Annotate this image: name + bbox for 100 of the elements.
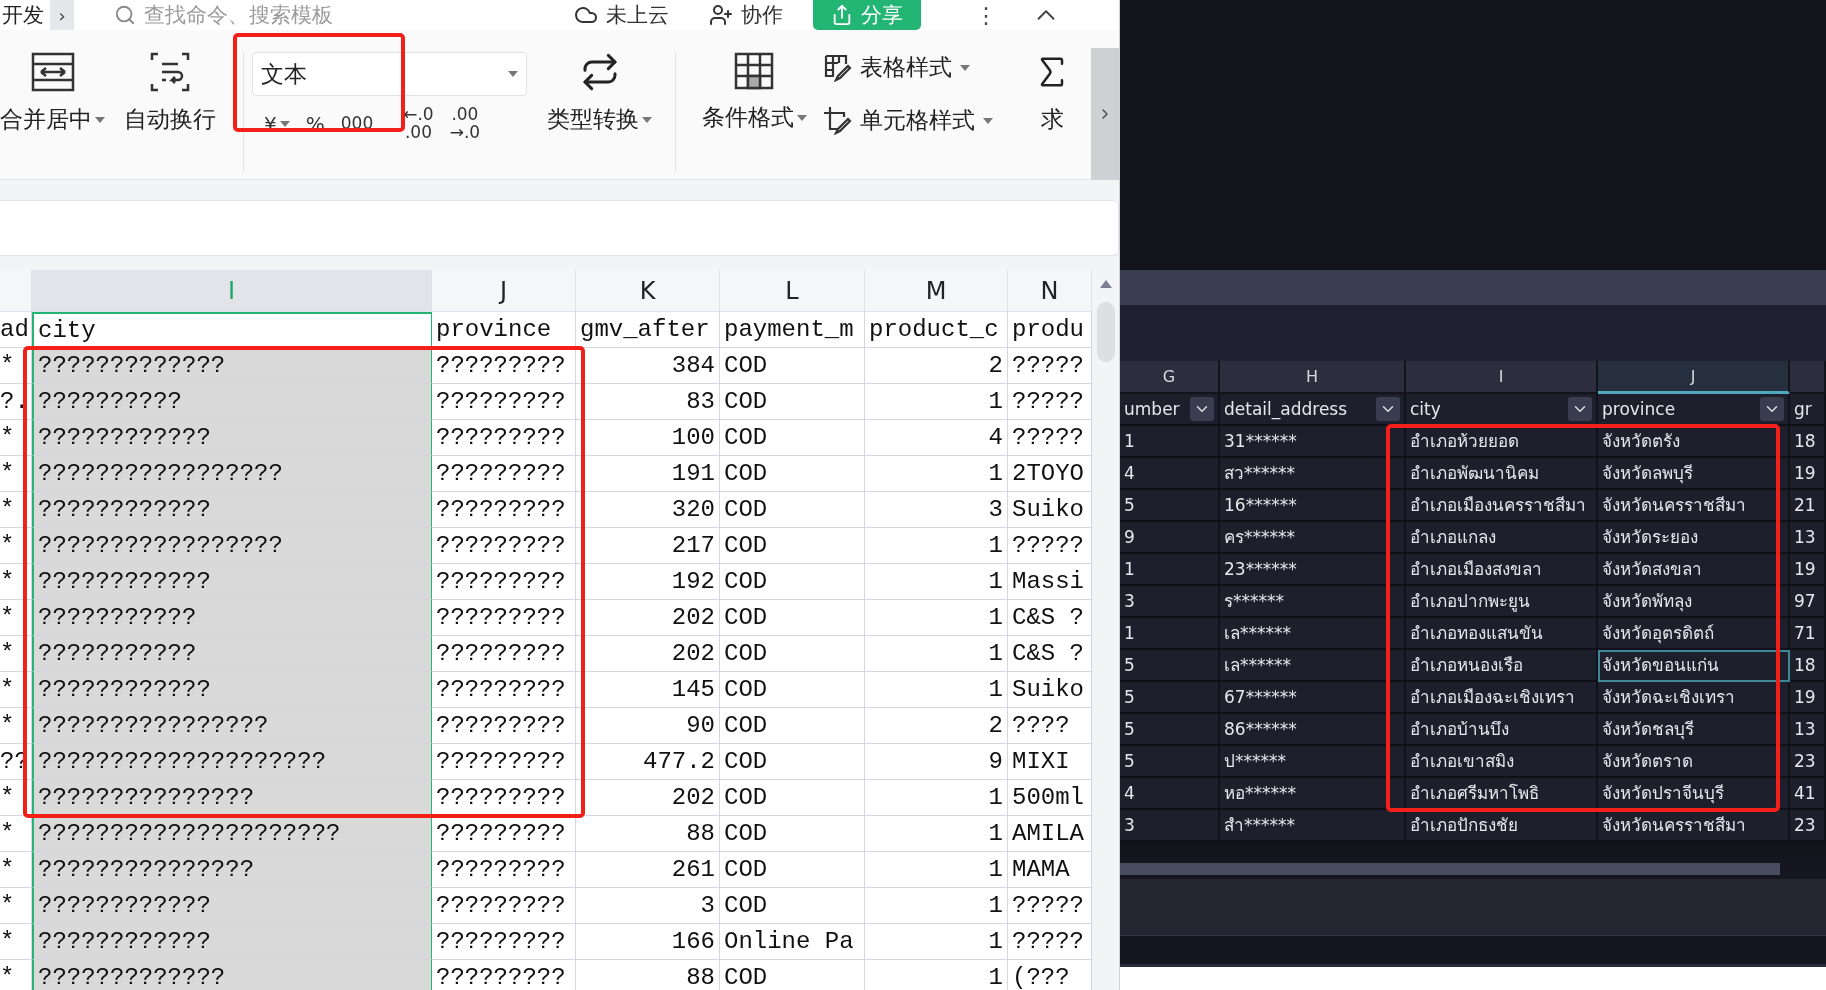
- table-cell: 1: [1120, 618, 1220, 650]
- table-cell: 5: [1120, 714, 1220, 746]
- filter-button[interactable]: [1568, 397, 1592, 421]
- ribbon-scroll-button[interactable]: [1091, 48, 1119, 180]
- filter-button[interactable]: [1190, 397, 1214, 421]
- table-cell: 3: [865, 492, 1008, 528]
- table-cell: ?????????: [432, 564, 576, 600]
- scrollbar-thumb[interactable]: [1120, 863, 1780, 875]
- table-cell: 1: [865, 636, 1008, 672]
- type-convert-button[interactable]: 类型转换: [532, 52, 667, 135]
- table-cell: 384: [576, 348, 720, 384]
- table-cell: ป******: [1220, 746, 1406, 778]
- table-cell: COD: [720, 528, 865, 564]
- table-cell: 13: [1790, 522, 1826, 554]
- decimal-format-button[interactable]: ←.0 .00: [403, 106, 434, 142]
- table-cell: 31******: [1220, 426, 1406, 458]
- table-cell: 19: [1790, 458, 1826, 490]
- column-header[interactable]: I: [1406, 361, 1598, 394]
- filter-button[interactable]: [1376, 397, 1400, 421]
- table-cell: MAMA: [1008, 852, 1092, 888]
- table-cell: อำเภอปากพะยูน: [1406, 586, 1598, 618]
- column-header[interactable]: N: [1008, 270, 1092, 312]
- table-cell: ?????????: [432, 492, 576, 528]
- table-brush-icon: [824, 53, 852, 82]
- table-cell: 1: [1120, 426, 1220, 458]
- table-cell: COD: [720, 384, 865, 420]
- search-field[interactable]: 查找命令、搜索模板: [114, 2, 534, 28]
- table-cell: 23: [1790, 746, 1826, 778]
- table-cell: 5: [1120, 650, 1220, 682]
- wrap-text-button[interactable]: 自动换行: [105, 52, 235, 135]
- table-cell: 1: [865, 528, 1008, 564]
- table-cell: 41: [1790, 778, 1826, 810]
- merge-center-button[interactable]: 合并居中: [0, 52, 105, 135]
- table-cell: 1: [865, 888, 1008, 924]
- table-cell: 19: [1790, 682, 1826, 714]
- decimal-format-button[interactable]: .00 →.0: [449, 106, 481, 142]
- table-cell: ?????????: [432, 888, 576, 924]
- number-format-dropdown[interactable]: 文本: [252, 52, 527, 96]
- table-cell: *: [0, 852, 32, 888]
- table-cell: COD: [720, 888, 865, 924]
- column-header[interactable]: J: [1598, 361, 1790, 394]
- table-cell: 320: [576, 492, 720, 528]
- table-style-button[interactable]: 表格样式: [824, 52, 1034, 83]
- column-header[interactable]: M: [865, 270, 1008, 312]
- caret-icon: [983, 117, 993, 124]
- table-cell: ?????????: [432, 744, 576, 780]
- column-header[interactable]: G: [1120, 361, 1220, 394]
- table-cell: Online Pa: [720, 924, 865, 960]
- cloud-status-button[interactable]: 未上云: [574, 1, 669, 29]
- formula-field[interactable]: [0, 200, 1119, 256]
- table-cell: อำเภอแกลง: [1406, 522, 1598, 554]
- table-cell: 1: [865, 384, 1008, 420]
- table-cell: ?????????: [432, 456, 576, 492]
- table-cell: จังหวัดพัทลุง: [1598, 586, 1790, 618]
- column-header[interactable]: L: [720, 270, 865, 312]
- table-cell: 1: [865, 600, 1008, 636]
- table-cell: COD: [720, 564, 865, 600]
- table-cell: ????????????????????: [32, 744, 432, 780]
- header-label: gr: [1794, 399, 1812, 419]
- table-cell: 1: [865, 672, 1008, 708]
- table-cell: 3: [1120, 810, 1220, 842]
- user-plus-icon: [709, 3, 733, 27]
- more-menu-button[interactable]: ⋮: [971, 2, 1001, 28]
- table-cell: 5: [1120, 490, 1220, 522]
- column-header[interactable]: K: [576, 270, 720, 312]
- cell-style-button[interactable]: 单元格样式: [824, 105, 1034, 136]
- table-cell: ?????????????????: [32, 528, 432, 564]
- filter-button[interactable]: [1760, 397, 1784, 421]
- column-header[interactable]: [1790, 361, 1826, 394]
- table-cell: 500ml: [1008, 780, 1092, 816]
- vertical-scrollbar[interactable]: [1092, 270, 1119, 990]
- table-cell: ?????????: [432, 636, 576, 672]
- table-cell: ?????: [1008, 528, 1092, 564]
- column-header[interactable]: H: [1220, 361, 1406, 394]
- table-cell: ?????????: [432, 420, 576, 456]
- menu-tab[interactable]: 开发: [0, 1, 44, 29]
- caret-icon: [95, 116, 105, 123]
- table-cell: AMILA: [1008, 816, 1092, 852]
- table-cell: COD: [720, 852, 865, 888]
- table-cell: ?????????: [432, 384, 576, 420]
- header-label: city: [1410, 399, 1441, 419]
- table-cell: 261: [576, 852, 720, 888]
- header-cell: produ: [1008, 312, 1092, 348]
- sum-button[interactable]: 求: [1034, 52, 1070, 135]
- header-cell: ad: [0, 312, 32, 348]
- table-cell: สำ******: [1220, 810, 1406, 842]
- table-cell: เล******: [1220, 618, 1406, 650]
- column-header[interactable]: J: [432, 270, 576, 312]
- table-cell: 2: [865, 348, 1008, 384]
- more-tabs-button[interactable]: ›: [50, 0, 74, 30]
- table-cell: 13: [1790, 714, 1826, 746]
- table-cell: ?????????: [432, 348, 576, 384]
- table-cell: 67******: [1220, 682, 1406, 714]
- table-cell: ร******: [1220, 586, 1406, 618]
- table-cell: 2: [865, 708, 1008, 744]
- collaborate-button[interactable]: 协作: [709, 1, 783, 29]
- table-cell: อำเภอเขาสมิง: [1406, 746, 1598, 778]
- table-cell: ?????????: [432, 672, 576, 708]
- conditional-format-button[interactable]: 条件格式: [684, 52, 824, 133]
- table-cell: จังหวัดฉะเชิงเทรา: [1598, 682, 1790, 714]
